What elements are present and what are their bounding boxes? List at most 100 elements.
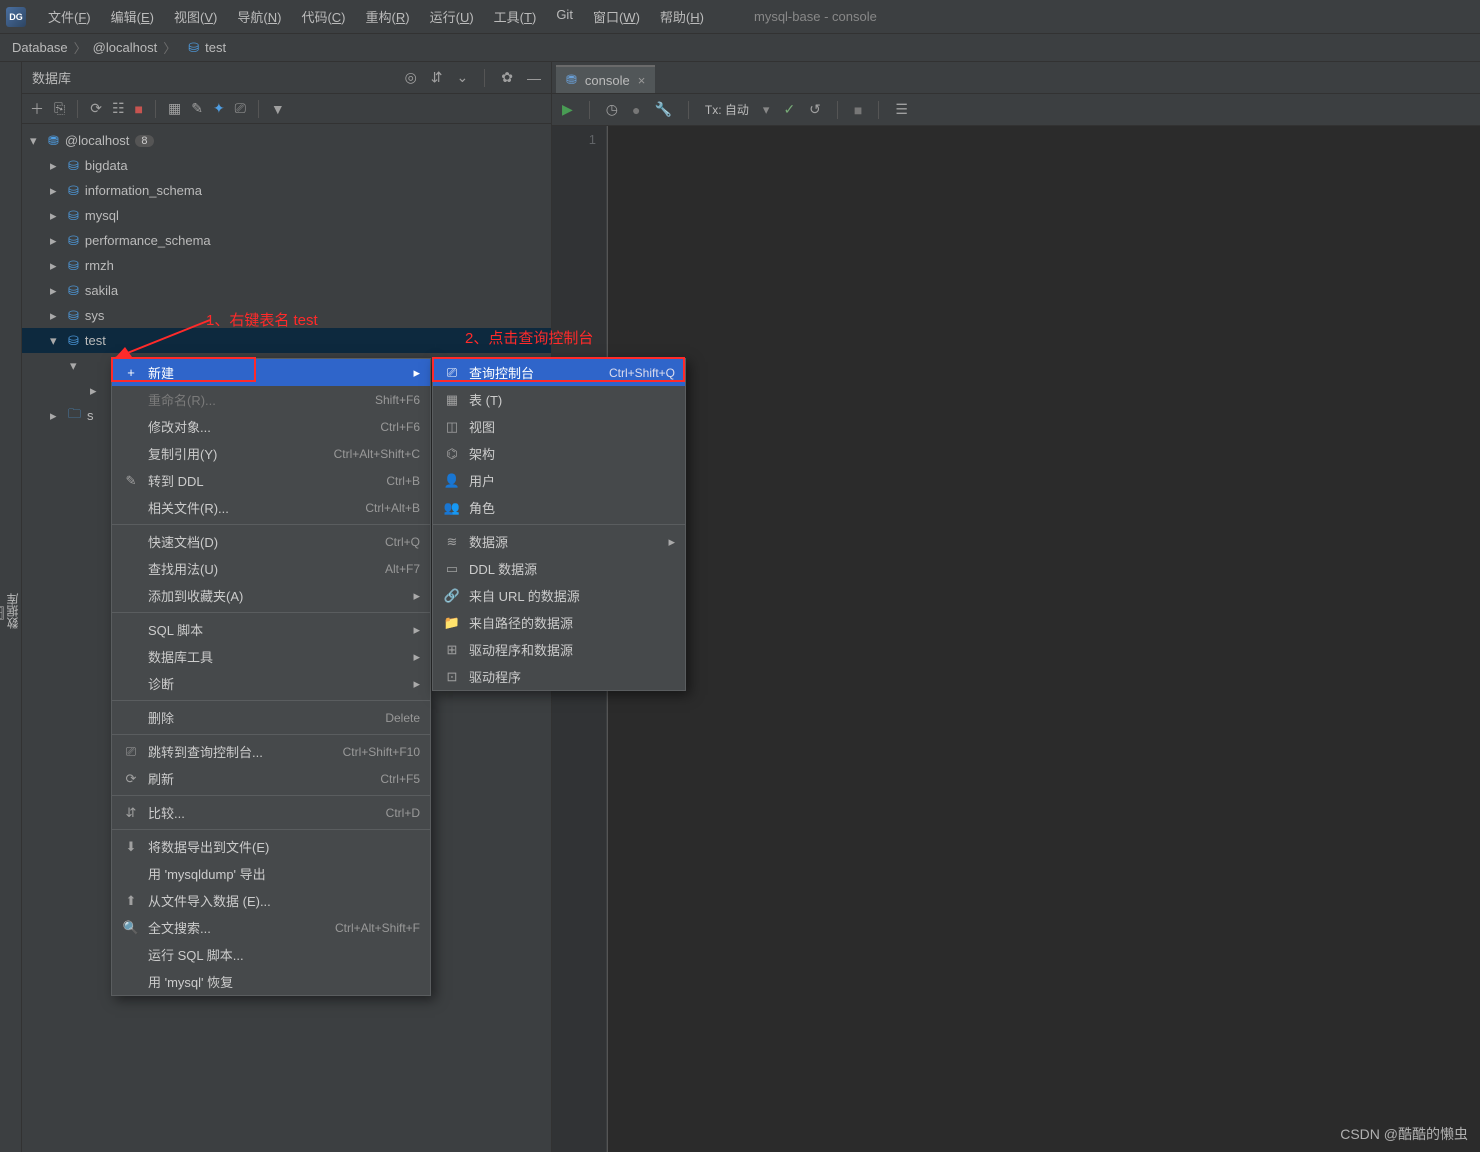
menu-item--R-: 重命名(R)...Shift+F6 — [112, 386, 430, 413]
breadcrumb-host[interactable]: @localhost — [93, 40, 158, 55]
menu-item--U-[interactable]: 查找用法(U)Alt+F7 — [112, 555, 430, 582]
menu-item--[interactable]: ≋数据源▸ — [433, 528, 685, 555]
history-icon[interactable]: ◷ — [606, 101, 618, 118]
tree-item-sakila[interactable]: ⛁sakila — [22, 278, 551, 303]
menu-item--[interactable]: 👤用户 — [433, 467, 685, 494]
chevron-down-icon[interactable]: ▾ — [763, 102, 770, 118]
menu-item--[interactable]: ⊞驱动程序和数据源 — [433, 636, 685, 663]
sidebar-toolbar: ＋ ⎘ ⟳ ☷ ■ ▦ ✎ ✦ ⎚ ▼ — [22, 94, 551, 124]
table-icon[interactable]: ▦ — [168, 100, 181, 117]
editor-tabs: ⛃ console × — [552, 62, 1480, 94]
refresh-icon[interactable]: ⟳ — [90, 100, 102, 117]
submenu-new[interactable]: ⎚查询控制台Ctrl+Shift+Q▦表 (T)◫视图⌬架构👤用户👥角色 ≋数据源… — [432, 358, 686, 691]
gear-icon[interactable]: ✿ — [501, 69, 513, 86]
menu-item--[interactable]: 📁来自路径的数据源 — [433, 609, 685, 636]
menu-item--[interactable]: ⇵比较...Ctrl+D — [112, 799, 430, 826]
commit-icon[interactable]: ✓ — [783, 101, 795, 118]
tree-item-sys[interactable]: ⛁sys — [22, 303, 551, 328]
sync-icon[interactable]: ☷ — [112, 100, 125, 117]
menu-导航[interactable]: 导航(N) — [227, 3, 291, 30]
tree-item-bigdata[interactable]: ⛁bigdata — [22, 153, 551, 178]
menu-item--T-[interactable]: ▦表 (T) — [433, 386, 685, 413]
watermark: CSDN @酷酷的懒虫 — [1340, 1124, 1468, 1144]
tree-item-information_schema[interactable]: ⛁information_schema — [22, 178, 551, 203]
context-menu[interactable]: +新建▸重命名(R)...Shift+F6修改对象...Ctrl+F6复制引用(… — [111, 358, 431, 996]
project-title: mysql-base - console — [754, 9, 877, 24]
menu-item--DDL[interactable]: ✎转到 DDLCtrl+B — [112, 467, 430, 494]
menu-item--[interactable]: 修改对象...Ctrl+F6 — [112, 413, 430, 440]
menu-item--R-[interactable]: 相关文件(R)...Ctrl+Alt+B — [112, 494, 430, 521]
menu-item-SQL-[interactable]: SQL 脚本▸ — [112, 616, 430, 643]
menu-item--[interactable]: 👥角色 — [433, 494, 685, 521]
tree-item-rmzh[interactable]: ⛁rmzh — [22, 253, 551, 278]
menu-item-DDL-[interactable]: ▭DDL 数据源 — [433, 555, 685, 582]
menu-item--mysql-[interactable]: 用 'mysql' 恢复 — [112, 968, 430, 995]
add-icon[interactable]: ＋ — [30, 99, 44, 119]
upload-icon[interactable]: ✦ — [213, 100, 225, 117]
settings-icon[interactable]: ☰ — [895, 101, 908, 118]
console-icon[interactable]: ⎚ — [235, 100, 246, 117]
edit-icon[interactable]: ✎ — [191, 100, 203, 117]
menu-帮助[interactable]: 帮助(H) — [650, 3, 714, 30]
sidebar-title: 数据库 — [32, 68, 71, 87]
tool-rail[interactable]: 数据库 🗄 — [0, 62, 22, 1152]
menu-窗口[interactable]: 窗口(W) — [583, 3, 650, 30]
rail-database-label[interactable]: 数据库 — [4, 70, 21, 1152]
breadcrumb-root[interactable]: Database — [12, 40, 68, 55]
tree-host[interactable]: ⛃@localhost8 — [22, 128, 551, 153]
menu-item--[interactable]: 数据库工具▸ — [112, 643, 430, 670]
menu-工具[interactable]: 工具(T) — [484, 3, 547, 30]
menu-item--E-[interactable]: ⬇将数据导出到文件(E) — [112, 833, 430, 860]
menu-item--[interactable]: ⎚查询控制台Ctrl+Shift+Q — [433, 359, 685, 386]
menu-Git[interactable]: Git — [546, 3, 583, 30]
close-icon[interactable]: × — [638, 73, 646, 88]
tab-console[interactable]: ⛃ console × — [556, 65, 655, 93]
line-number: 1 — [552, 132, 596, 147]
tree-item-test[interactable]: ⛁test — [22, 328, 551, 353]
menu-item--[interactable]: ⊡驱动程序 — [433, 663, 685, 690]
wrench-icon[interactable]: 🔧 — [654, 101, 671, 118]
menu-文件[interactable]: 文件(F) — [38, 3, 101, 30]
run-icon[interactable]: ▶ — [562, 101, 573, 118]
tree-item-mysql[interactable]: ⛁mysql — [22, 203, 551, 228]
menu-item--[interactable]: ◫视图 — [433, 413, 685, 440]
menu-item--Y-[interactable]: 复制引用(Y)Ctrl+Alt+Shift+C — [112, 440, 430, 467]
rollback-icon[interactable]: ↺ — [809, 101, 821, 118]
filter-icon[interactable]: ▼ — [271, 101, 285, 117]
editor-body[interactable] — [607, 126, 1480, 1152]
record-icon[interactable]: ● — [632, 102, 640, 118]
collapse-icon[interactable]: ⇵ — [431, 69, 443, 86]
schema-icon: ⛁ — [188, 40, 199, 56]
split-icon[interactable]: ⌄ — [457, 69, 469, 86]
app-icon: DG — [6, 7, 26, 27]
menu-item--URL-[interactable]: 🔗来自 URL 的数据源 — [433, 582, 685, 609]
menu-item--[interactable]: +新建▸ — [112, 359, 430, 386]
stop-icon[interactable]: ■ — [135, 101, 143, 117]
menu-item--A-[interactable]: 添加到收藏夹(A)▸ — [112, 582, 430, 609]
menubar: DG 文件(F)编辑(E)视图(V)导航(N)代码(C)重构(R)运行(U)工具… — [0, 0, 1480, 34]
menu-重构[interactable]: 重构(R) — [356, 3, 420, 30]
breadcrumb-schema[interactable]: test — [205, 40, 226, 55]
tx-mode-label[interactable]: Tx: 自动 — [705, 101, 749, 118]
tab-label: console — [585, 73, 630, 88]
stop2-icon[interactable]: ■ — [854, 102, 862, 118]
menu-item--[interactable]: 诊断▸ — [112, 670, 430, 697]
menu-视图[interactable]: 视图(V) — [164, 3, 227, 30]
tree-item-performance_schema[interactable]: ⛁performance_schema — [22, 228, 551, 253]
menu-item--[interactable]: ⎚跳转到查询控制台...Ctrl+Shift+F10 — [112, 738, 430, 765]
menu-item--E-[interactable]: ⬆从文件导入数据 (E)... — [112, 887, 430, 914]
menu-编辑[interactable]: 编辑(E) — [101, 3, 164, 30]
menu-item--SQL-[interactable]: 运行 SQL 脚本... — [112, 941, 430, 968]
menu-item--[interactable]: 🔍全文搜索...Ctrl+Alt+Shift+F — [112, 914, 430, 941]
menu-运行[interactable]: 运行(U) — [420, 3, 484, 30]
minimize-icon[interactable]: — — [527, 70, 541, 86]
editor-toolbar: ▶ ◷ ● 🔧 Tx: 自动 ▾ ✓ ↺ ■ ☰ — [552, 94, 1480, 126]
copy-icon[interactable]: ⎘ — [54, 100, 65, 117]
menu-item--[interactable]: ⌬架构 — [433, 440, 685, 467]
menu-item--D-[interactable]: 快速文档(D)Ctrl+Q — [112, 528, 430, 555]
menu-代码[interactable]: 代码(C) — [291, 3, 355, 30]
menu-item--[interactable]: 删除Delete — [112, 704, 430, 731]
menu-item--[interactable]: ⟳刷新Ctrl+F5 — [112, 765, 430, 792]
menu-item--mysqldump-[interactable]: 用 'mysqldump' 导出 — [112, 860, 430, 887]
target-icon[interactable]: ◎ — [405, 69, 417, 86]
